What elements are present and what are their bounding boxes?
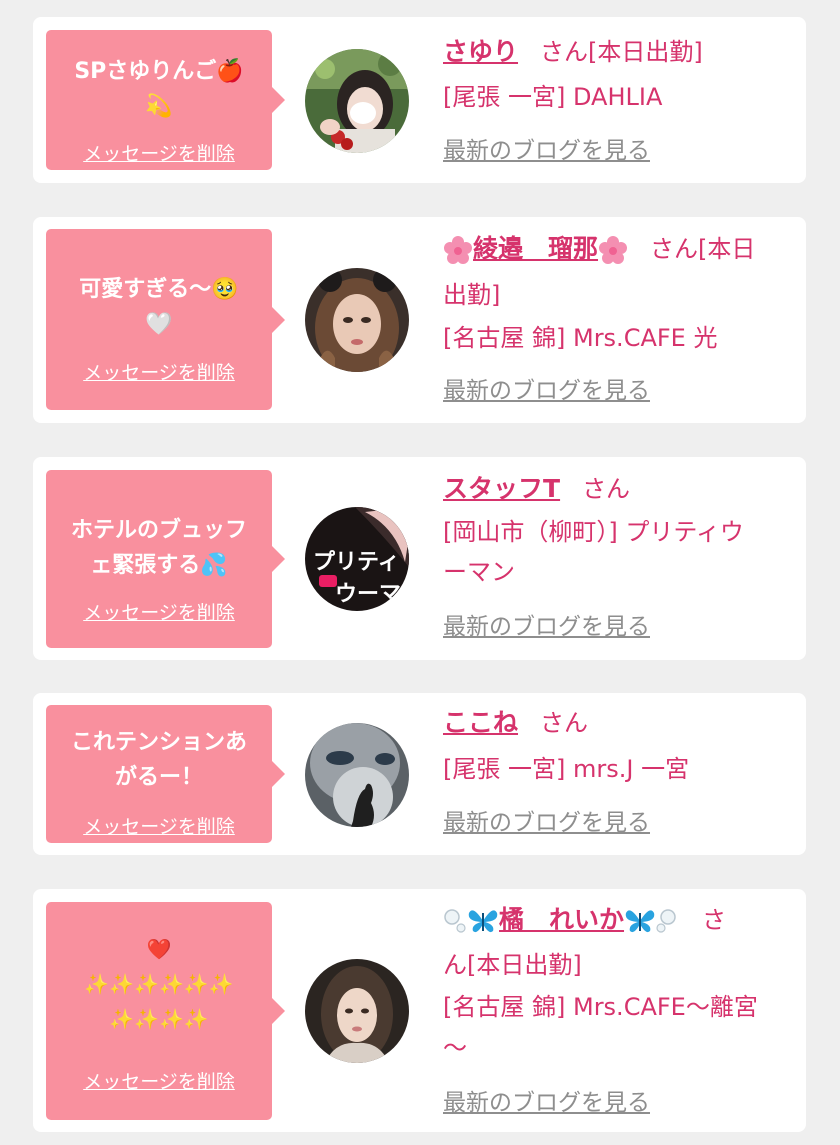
name-line: さゆり さん[本日出勤] xyxy=(443,35,793,69)
delete-message-link[interactable]: メッセージを削除 xyxy=(46,1070,272,1094)
girl-info: スタッフT さん [岡山市（柳町）] プリティウ ーマン 最新のブログを見る xyxy=(443,469,793,649)
message-bubble: 可愛すぎる〜🥹 🤍 メッセージを削除 xyxy=(46,229,285,410)
girl-info: 綾邉 瑠那 さん[本日 出勤] [名古屋 錦] Mrs.CAFE 光 最新のブログ… xyxy=(443,229,793,419)
message-line: 🤍 xyxy=(145,312,173,337)
girl-name-link[interactable]: 橘 れいか xyxy=(443,905,680,934)
area-shop: [尾張 一宮] DAHLIA xyxy=(443,83,663,111)
latest-blog-link[interactable]: 最新のブログを見る xyxy=(443,1088,650,1118)
attendance-status: ん[本日出勤] xyxy=(443,951,582,979)
message-line: ホテルのブュッフ xyxy=(70,518,247,543)
latest-blog-link[interactable]: 最新のブログを見る xyxy=(443,612,650,642)
avatar[interactable]: プリティ ウーマ xyxy=(305,507,409,611)
honorific: さん[本日 xyxy=(650,235,756,263)
area-shop: [名古屋 錦] Mrs.CAFE〜離宮 xyxy=(443,993,758,1021)
name-line: 橘 れいか さ xyxy=(443,903,793,937)
favorite-card: ❤️ ✨✨✨✨✨✨ ✨✨✨✨ メッセージを削除 橘 れいか さ ん[本日出勤] [… xyxy=(33,889,806,1132)
honorific: さん xyxy=(582,475,631,503)
honorific: さん xyxy=(540,38,589,66)
honorific: さん xyxy=(540,709,589,737)
favorite-card: これテンションあ がるー！ メッセージを削除 ここね さん [尾張 一宮] mrs… xyxy=(33,693,806,855)
area-shop: [名古屋 錦] Mrs.CAFE 光 xyxy=(443,324,718,352)
girl-name-link[interactable]: 綾邉 瑠那 xyxy=(443,234,628,264)
attendance-status: 出勤] xyxy=(443,281,501,309)
area-shop: [岡山市（柳町）] プリティウ xyxy=(443,518,744,546)
latest-blog-link[interactable]: 最新のブログを見る xyxy=(443,376,650,406)
avatar-logo-text: ウーマ xyxy=(335,581,401,607)
avatar-logo-text: プリティ xyxy=(313,549,400,575)
message-bubble: これテンションあ がるー！ メッセージを削除 xyxy=(46,705,285,843)
bubbles-icon xyxy=(444,909,466,933)
latest-blog-link[interactable]: 最新のブログを見る xyxy=(443,136,650,166)
avatar[interactable] xyxy=(305,268,409,372)
favorite-card: 可愛すぎる〜🥹 🤍 メッセージを削除 綾邉 瑠那 さん[本日 出勤] [名古屋 錦… xyxy=(33,217,806,423)
message-line: ✨✨✨✨✨✨ xyxy=(84,972,234,996)
girl-name-link[interactable]: さゆり xyxy=(443,37,518,66)
attendance-status: [本日出勤] xyxy=(588,38,703,66)
avatar[interactable] xyxy=(305,723,409,827)
message-text: 可愛すぎる〜🥹 🤍 xyxy=(54,272,264,342)
message-line: 可愛すぎる〜🥹 xyxy=(79,277,239,302)
message-text: これテンションあ がるー！ xyxy=(54,725,264,795)
cherry-blossom-icon xyxy=(599,236,628,264)
message-line: 💫 xyxy=(145,94,173,119)
delete-message-link[interactable]: メッセージを削除 xyxy=(46,815,272,839)
message-line: SPさゆりんご🍎 xyxy=(74,59,244,84)
message-line: ❤️ xyxy=(146,937,172,961)
delete-message-link[interactable]: メッセージを削除 xyxy=(46,601,272,625)
message-bubble: SPさゆりんご🍎 💫 メッセージを削除 xyxy=(46,30,285,170)
message-text: ❤️ ✨✨✨✨✨✨ ✨✨✨✨ xyxy=(54,932,264,1037)
message-line: ェ緊張する💦 xyxy=(90,553,228,578)
favorite-card: SPさゆりんご🍎 💫 メッセージを削除 さゆり さん[本日出勤] [尾張 一宮] … xyxy=(33,17,806,183)
girl-info: さゆり さん[本日出勤] [尾張 一宮] DAHLIA 最新のブログを見る xyxy=(443,31,793,176)
cherry-blossom-icon xyxy=(444,236,472,264)
area-shop-continued: 〜 xyxy=(443,1034,467,1062)
avatar[interactable] xyxy=(305,49,409,153)
delete-message-link[interactable]: メッセージを削除 xyxy=(46,142,272,166)
favorite-card: ホテルのブュッフ ェ緊張する💦 メッセージを削除 プリティ ウーマ スタッフT さ… xyxy=(33,457,806,660)
girl-name-link[interactable]: ここね xyxy=(443,708,518,737)
message-text: SPさゆりんご🍎 💫 xyxy=(54,54,264,124)
name-line: ここね さん xyxy=(443,706,793,740)
message-bubble: ❤️ ✨✨✨✨✨✨ ✨✨✨✨ メッセージを削除 xyxy=(46,902,285,1120)
area-shop-continued: ーマン xyxy=(443,558,515,586)
honorific: さ xyxy=(702,906,727,934)
message-line: ✨✨✨✨ xyxy=(109,1007,209,1031)
girl-name-link[interactable]: スタッフT xyxy=(443,474,560,503)
girl-name: 綾邉 瑠那 xyxy=(473,234,599,263)
message-line: がるー！ xyxy=(114,765,203,790)
butterfly-icon xyxy=(625,910,655,933)
girl-name: 橘 れいか xyxy=(499,905,625,934)
girl-info: 橘 れいか さ ん[本日出勤] [名古屋 錦] Mrs.CAFE〜離宮 〜 最新の… xyxy=(443,899,793,1124)
delete-message-link[interactable]: メッセージを削除 xyxy=(46,361,272,385)
area-shop: [尾張 一宮] mrs.J 一宮 xyxy=(443,755,690,783)
message-text: ホテルのブュッフ ェ緊張する💦 xyxy=(54,513,264,583)
girl-info: ここね さん [尾張 一宮] mrs.J 一宮 最新のブログを見る xyxy=(443,705,793,845)
latest-blog-link[interactable]: 最新のブログを見る xyxy=(443,808,650,838)
message-bubble: ホテルのブュッフ ェ緊張する💦 メッセージを削除 xyxy=(46,470,285,648)
message-line: これテンションあ xyxy=(70,730,247,755)
name-line: スタッフT さん xyxy=(443,472,793,506)
avatar[interactable] xyxy=(305,959,409,1063)
bubbles-icon xyxy=(656,909,676,933)
name-line: 綾邉 瑠那 さん[本日 xyxy=(443,232,793,266)
butterfly-icon xyxy=(468,910,498,933)
